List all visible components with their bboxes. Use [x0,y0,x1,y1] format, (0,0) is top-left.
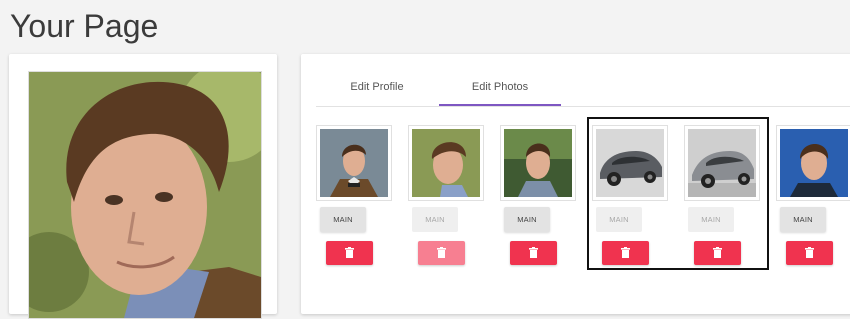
tab-bar: Edit Profile Edit Photos [316,68,850,107]
set-main-button[interactable]: MAIN [412,207,458,232]
photo-thumbnail[interactable] [500,125,576,201]
delete-photo-button[interactable] [510,241,557,265]
profile-card [9,54,277,319]
trash-icon [529,247,538,258]
photo-tile: MAIN [316,125,392,275]
photo-tile: MAIN [500,125,576,275]
profile-photo [28,71,262,319]
delete-photo-button[interactable] [326,241,373,265]
trash-icon [805,247,814,258]
delete-photo-button[interactable] [418,241,465,265]
set-main-button[interactable]: MAIN [780,207,826,232]
photo-tile: MAIN [408,125,484,275]
photo-thumbnail[interactable] [408,125,484,201]
tab-edit-profile[interactable]: Edit Profile [316,68,438,105]
selection-box [587,117,769,270]
set-main-button[interactable]: MAIN [504,207,550,232]
photo-thumbnail[interactable] [776,125,850,201]
page-title: Your Page [10,8,159,44]
photo-thumbnail[interactable] [316,125,392,201]
trash-icon [345,247,354,258]
tab-edit-photos[interactable]: Edit Photos [439,68,561,106]
trash-icon [437,247,446,258]
photo-tile: MAIN [776,125,850,275]
delete-photo-button[interactable] [786,241,833,265]
set-main-button[interactable]: MAIN [320,207,366,232]
